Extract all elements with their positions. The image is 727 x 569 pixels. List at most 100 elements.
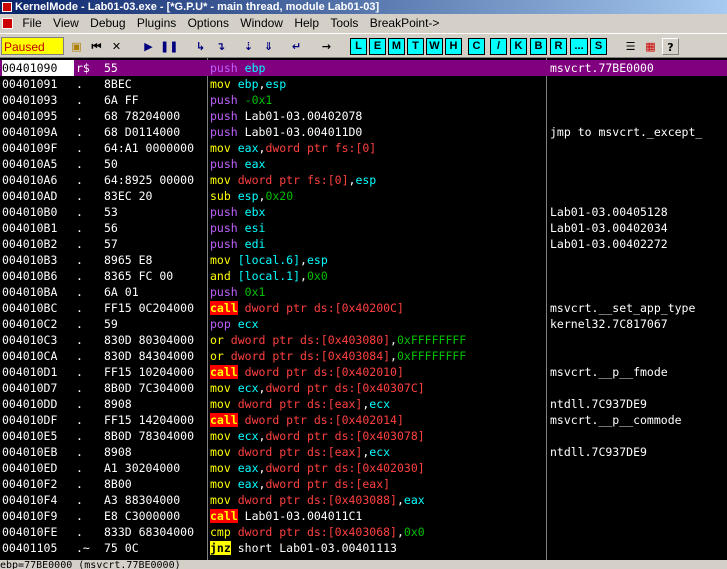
goto-icon[interactable]: → [318, 38, 335, 55]
menu-debug[interactable]: Debug [86, 14, 129, 33]
disasm-row[interactable]: 004010D1. FF15 10204000 call dword ptr ds:… [0, 364, 727, 380]
menu-options[interactable]: Options [184, 14, 233, 33]
row-marker: . [76, 93, 83, 107]
operand: eax [237, 461, 259, 475]
disasm-row[interactable]: 004010B0. 53 push ebx Lab01-03.00405128 [0, 204, 727, 220]
window-executables-button[interactable]: E [369, 38, 386, 55]
step-over-icon[interactable]: ↴ [212, 38, 229, 55]
disasm-row[interactable]: 004010B1. 56 push esi Lab01-03.00402034 [0, 220, 727, 236]
mnemonic: sub [210, 189, 231, 203]
window-references-button[interactable]: R [550, 38, 567, 55]
row-marker: . [76, 397, 83, 411]
close-icon[interactable]: ✕ [108, 38, 125, 55]
row-hex-dump: 833D 68304000 [104, 525, 195, 539]
disasm-row[interactable]: 00401105 .~ 75 0C jnz short Lab01-03.004011… [0, 540, 727, 556]
row-address: 004010EB [2, 445, 58, 459]
menu-tools[interactable]: Tools [326, 14, 362, 33]
child-window-icon[interactable] [2, 18, 13, 29]
window-log-button[interactable]: L [350, 38, 367, 55]
operand: edi [244, 237, 266, 251]
row-marker: . [76, 269, 83, 283]
disasm-row[interactable]: 004010BA. 6A 01 push 0x1 [0, 284, 727, 300]
row-hex-dump: 59 [104, 317, 118, 331]
row-disassembly: push esi [210, 220, 540, 236]
disasm-row[interactable]: 004010DF. FF15 14204000 call dword ptr ds:… [0, 412, 727, 428]
disasm-row[interactable]: 004010AD. 83EC 20 sub esp,0x20 [0, 188, 727, 204]
disasm-row[interactable]: 004010A6. 64:8925 00000 mov dword ptr fs:[… [0, 172, 727, 188]
window-memory-button[interactable]: M [388, 38, 405, 55]
disasm-row[interactable]: 004010B3. 8965 E8 mov [local.6],esp [0, 252, 727, 268]
window-breakpoints-button[interactable]: B [530, 38, 547, 55]
row-address: 004010F2 [2, 477, 58, 491]
row-disassembly: mov dword ptr ds:[eax],ecx [210, 444, 540, 460]
operand: 0x1 [244, 285, 266, 299]
row-address: 004010DF [2, 413, 58, 427]
window-patches-button[interactable]: / [490, 38, 507, 55]
menu-plugins[interactable]: Plugins [133, 14, 180, 33]
run-icon[interactable]: ▶ [140, 38, 157, 55]
row-comment: kernel32.7C817067 [550, 317, 668, 331]
disasm-row[interactable]: 004010E5. 8B0D 78304000 mov ecx,dword ptr … [0, 428, 727, 444]
list-icon[interactable]: ☰ [622, 38, 639, 55]
disasm-row[interactable]: 004010F9. E8 C3000000 call Lab01-03.004011… [0, 508, 727, 524]
window-threads-button[interactable]: T [407, 38, 424, 55]
operand: Lab01-03.00402078 [244, 109, 363, 123]
window-source-button[interactable]: S [590, 38, 607, 55]
row-address: 004010A5 [2, 157, 58, 171]
menu-file[interactable]: File [18, 14, 45, 33]
row-marker: . [76, 237, 83, 251]
disassembly-pane[interactable]: 00401090 r$ 55 push ebp msvcrt.77BE0000 00401… [0, 58, 727, 560]
disasm-row[interactable]: 004010ED. A1 30204000 mov eax,dword ptr ds… [0, 460, 727, 476]
disasm-row[interactable]: 004010CA. 830D 84304000 or dword ptr ds:[0… [0, 348, 727, 364]
disasm-row[interactable]: 004010F2. 8B00 mov eax,dword ptr ds:[eax] [0, 476, 727, 492]
disasm-row[interactable]: 00401093. 6A FF push -0x1 [0, 92, 727, 108]
disasm-row[interactable]: 004010F4. A3 88304000 mov dword ptr ds:[0x… [0, 492, 727, 508]
disasm-row[interactable]: 0040109A. 68 D0114000 push Lab01-03.004011… [0, 124, 727, 140]
execute-till-return-icon[interactable]: ↵ [288, 38, 305, 55]
disasm-row[interactable]: 00401091. 8BEC mov ebp,esp [0, 76, 727, 92]
trace-over-icon[interactable]: ⇓ [260, 38, 277, 55]
row-hex-dump: 8BEC [104, 77, 132, 91]
disasm-row[interactable]: 004010B2. 57 push edi Lab01-03.00402272 [0, 236, 727, 252]
menu-breakpoint[interactable]: BreakPoint-> [366, 14, 444, 33]
menu-view[interactable]: View [49, 14, 83, 33]
row-marker: r$ [76, 61, 90, 75]
window-callstack-button[interactable]: K [510, 38, 527, 55]
operand: dword ptr ds:[0x403078] [265, 429, 425, 443]
disasm-row[interactable]: 004010B6. 8365 FC 00 and [local.1],0x0 [0, 268, 727, 284]
operand: esp [237, 189, 259, 203]
disasm-row[interactable]: 004010BC. FF15 0C204000 call dword ptr ds:… [0, 300, 727, 316]
window-cpu-button[interactable]: C [468, 38, 485, 55]
disasm-row[interactable]: 004010C3. 830D 80304000 or dword ptr ds:[0… [0, 332, 727, 348]
toolbar: Paused ▣ ⏮ ✕ ▶ ❚❚ ↳ ↴ ⇣ ⇓ ↵ → L E M T W … [0, 33, 727, 58]
disasm-row[interactable]: 004010DD. 8908 mov dword ptr ds:[eax],ecx n… [0, 396, 727, 412]
operand: dword ptr fs:[0] [237, 173, 349, 187]
open-icon[interactable]: ▣ [68, 38, 85, 55]
disasm-row[interactable]: 004010A5. 50 push eax [0, 156, 727, 172]
help-icon[interactable]: ? [662, 38, 679, 55]
row-address: 004010CA [2, 349, 58, 363]
disasm-row[interactable]: 004010EB. 8908 mov dword ptr ds:[eax],ecx n… [0, 444, 727, 460]
window-handles-button[interactable]: H [445, 38, 462, 55]
row-marker: . [76, 253, 83, 267]
disasm-row[interactable]: 004010D7. 8B0D 7C304000 mov ecx,dword ptr … [0, 380, 727, 396]
window-windows-button[interactable]: W [426, 38, 443, 55]
menu-window[interactable]: Window [236, 14, 287, 33]
trace-into-icon[interactable]: ⇣ [240, 38, 257, 55]
operand: 0x20 [265, 189, 294, 203]
operand: Lab01-03.004011D0 [244, 125, 363, 139]
window-runtrace-button[interactable]: ... [570, 38, 588, 55]
row-hex-dump: 6A 01 [104, 285, 139, 299]
disasm-row[interactable]: 004010FE. 833D 68304000 cmp dword ptr ds:[… [0, 524, 727, 540]
operand: ecx [237, 381, 259, 395]
disasm-row[interactable]: 00401095. 68 78204000 push Lab01-03.004020… [0, 108, 727, 124]
disasm-row[interactable]: 004010C2. 59 pop ecx kernel32.7C817067 [0, 316, 727, 332]
palette-icon[interactable]: ▦ [642, 38, 659, 55]
operand: , [396, 493, 404, 507]
disasm-row[interactable]: 00401090 r$ 55 push ebp msvcrt.77BE0000 [0, 60, 727, 76]
menu-help[interactable]: Help [290, 14, 323, 33]
pause-icon[interactable]: ❚❚ [160, 38, 178, 55]
restart-icon[interactable]: ⏮ [88, 38, 105, 55]
step-into-icon[interactable]: ↳ [192, 38, 209, 55]
disasm-row[interactable]: 0040109F. 64:A1 0000000 mov eax,dword ptr … [0, 140, 727, 156]
